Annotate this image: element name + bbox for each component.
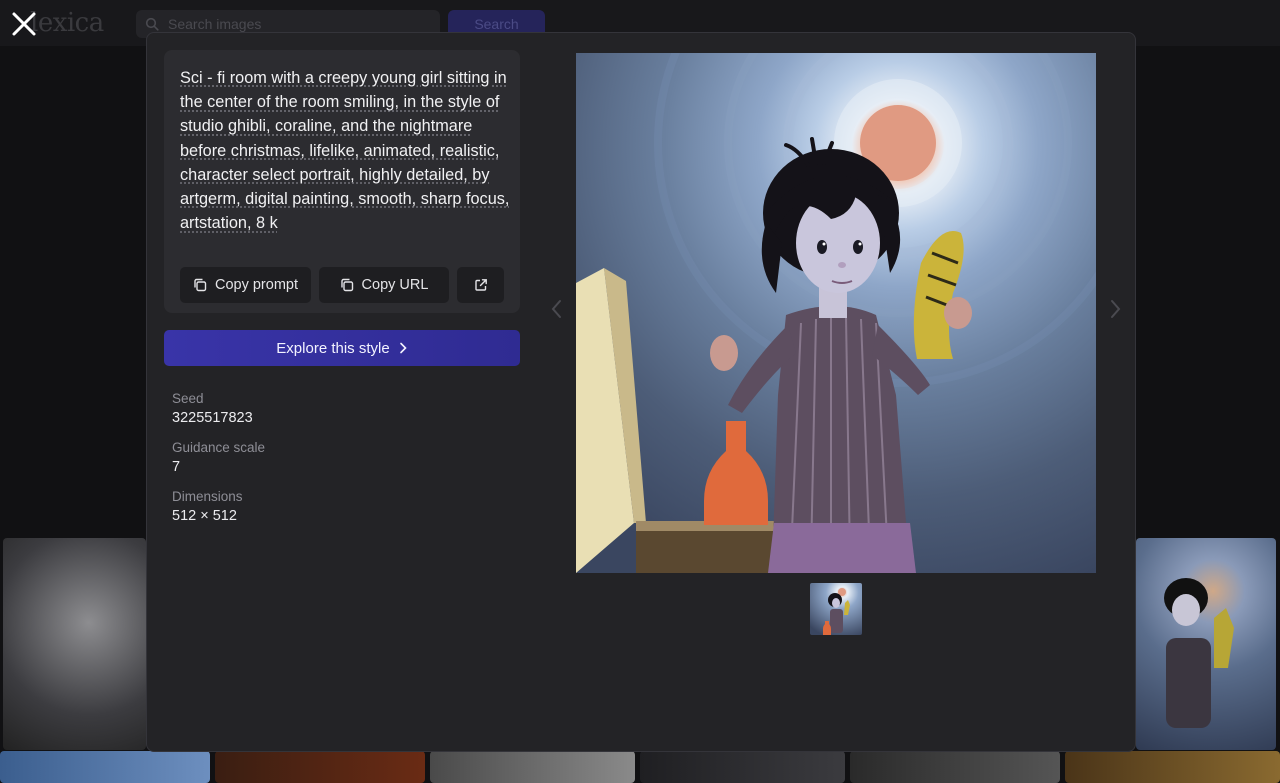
search-input[interactable]: Search images bbox=[168, 16, 261, 32]
open-external-button[interactable] bbox=[457, 267, 504, 303]
explore-style-button[interactable]: Explore this style bbox=[164, 330, 520, 366]
copy-url-button[interactable]: Copy URL bbox=[319, 267, 449, 303]
meta-dimensions: Dimensions 512 × 512 bbox=[172, 488, 243, 526]
copy-prompt-button[interactable]: Copy prompt bbox=[180, 267, 311, 303]
dimensions-label: Dimensions bbox=[172, 489, 243, 504]
grid-image[interactable] bbox=[0, 751, 210, 783]
copy-url-label: Copy URL bbox=[361, 277, 429, 293]
grid-image[interactable] bbox=[3, 538, 146, 750]
close-button[interactable] bbox=[8, 8, 40, 40]
image-detail-modal: Sci - fi room with a creepy young girl s… bbox=[146, 32, 1136, 752]
guidance-label: Guidance scale bbox=[172, 440, 266, 455]
grid-image[interactable] bbox=[430, 751, 635, 783]
chevron-right-icon bbox=[1111, 300, 1121, 318]
grid-image[interactable] bbox=[1136, 538, 1276, 750]
copy-prompt-label: Copy prompt bbox=[214, 277, 298, 293]
meta-guidance: Guidance scale 7 bbox=[172, 439, 265, 477]
previous-image-button[interactable] bbox=[549, 297, 565, 321]
thumbnail-image[interactable] bbox=[810, 583, 862, 635]
explore-style-label: Explore this style bbox=[276, 339, 390, 357]
grid-image[interactable] bbox=[1065, 751, 1280, 783]
copy-icon bbox=[340, 278, 353, 292]
prompt-card: Sci - fi room with a creepy young girl s… bbox=[164, 50, 520, 313]
logo: lexica bbox=[30, 8, 104, 38]
meta-seed: Seed 3225517823 bbox=[172, 390, 253, 428]
seed-label: Seed bbox=[172, 391, 204, 406]
search-icon bbox=[145, 17, 159, 31]
chevron-right-icon bbox=[399, 342, 407, 354]
generated-image bbox=[576, 53, 1096, 573]
external-link-icon bbox=[474, 279, 487, 291]
next-image-button[interactable] bbox=[1107, 297, 1123, 321]
grid-image[interactable] bbox=[215, 751, 425, 783]
grid-image[interactable] bbox=[640, 751, 845, 783]
close-icon bbox=[12, 12, 36, 36]
prompt-text: Sci - fi room with a creepy young girl s… bbox=[180, 69, 510, 233]
copy-icon bbox=[194, 278, 207, 292]
seed-value: 3225517823 bbox=[172, 410, 253, 426]
grid-image[interactable] bbox=[850, 751, 1060, 783]
guidance-value: 7 bbox=[172, 459, 181, 475]
dimensions-value: 512 × 512 bbox=[172, 508, 237, 524]
chevron-left-icon bbox=[551, 300, 561, 318]
